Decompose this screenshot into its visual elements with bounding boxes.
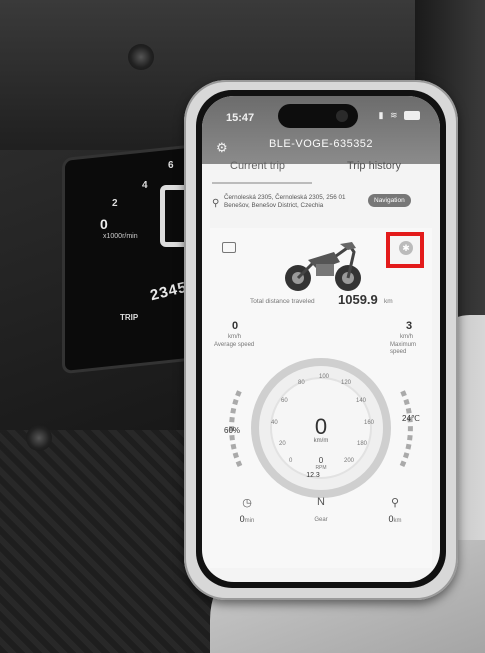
tab-current-trip[interactable]: Current trip [230,160,285,172]
bluetooth-icon: ✱ [399,241,413,255]
trip-distance-unit: km [393,518,402,524]
location-pin-icon: ⚲ [212,198,220,209]
camera-icon [336,110,348,122]
battery-percent: 60% [224,426,241,435]
rpm-label: RPM [315,465,327,471]
battery-icon [404,111,420,121]
bluetooth-button[interactable]: ✱ [386,232,424,268]
total-distance-row: Total distance traveled 1059.9 km [210,292,432,312]
gauge-tick: 120 [341,380,352,386]
distance-unit: km [384,298,393,305]
gauge-tick: 100 [319,374,330,380]
avg-speed-label: Average speed [214,342,255,348]
distance-icon: ⚲ [390,497,400,509]
stat-distance: ⚲ 0km [360,496,430,527]
distance-value: 1059.9 [338,292,378,307]
duration-unit: min [244,518,255,524]
tach-zero: 0 [100,216,108,232]
bolt [26,425,52,451]
location-row: ⚲ Černoleská 2305, Černoleská 2305, 256 … [212,194,432,220]
navigation-button[interactable]: Navigation [368,194,411,207]
gauge-tick: 140 [356,398,367,404]
max-speed-unit: km/h [400,334,414,340]
wifi-icon: ≋ [389,110,400,120]
gear-label: Gear [314,517,328,523]
status-icons: ▮ ≋ [378,110,420,121]
address-text: Černoleská 2305, Černoleská 2305, 256 01… [224,194,346,209]
current-speed: 0 [314,414,328,439]
tach-unit: x1000r/min [103,233,138,240]
stats-row: ◷ 0min N Gear ⚲ 0km [202,496,440,536]
tach-tick: 4 [142,180,148,191]
speed-unit: km/m [313,438,329,444]
gauge-tick: 60 [281,398,288,404]
avg-speed-unit: km/h [228,334,242,340]
device-name: BLE-VOGE-635352 [268,138,374,150]
tach-tick: 6 [168,160,174,171]
tach-tick: 2 [112,198,118,209]
stat-gear: N Gear [286,496,356,526]
temperature: 24℃ [402,414,420,423]
bolt [128,44,154,70]
phone-screen: 15:47 ▮ ≋ ⚙ BLE-VOGE-635352 Current trip… [202,96,440,582]
rpm-value: 0 [318,456,324,465]
dynamic-island [278,104,358,128]
status-time: 15:47 [226,112,255,124]
clock-icon: ◷ [242,497,252,509]
tab-underline [212,182,312,184]
fuel-value: 12.3 [306,472,320,479]
trip-label: TRIP [120,313,139,322]
tab-bar: Current trip Trip history [202,156,440,184]
video-icon[interactable] [222,242,236,253]
motorcycle-image [285,242,361,291]
signal-icon: ▮ [378,110,386,120]
stat-duration: ◷ 0min [212,496,282,527]
distance-label: Total distance traveled [250,298,315,305]
max-speed-label: Maximum speed [390,342,417,355]
max-speed-value: 3 [406,320,413,332]
tab-trip-history[interactable]: Trip history [347,160,401,172]
gauge-tick: 80 [298,380,305,386]
avg-speed-value: 0 [232,320,239,332]
app-header: 15:47 ▮ ≋ ⚙ BLE-VOGE-635352 [202,96,440,164]
gear-value: N [317,496,325,508]
